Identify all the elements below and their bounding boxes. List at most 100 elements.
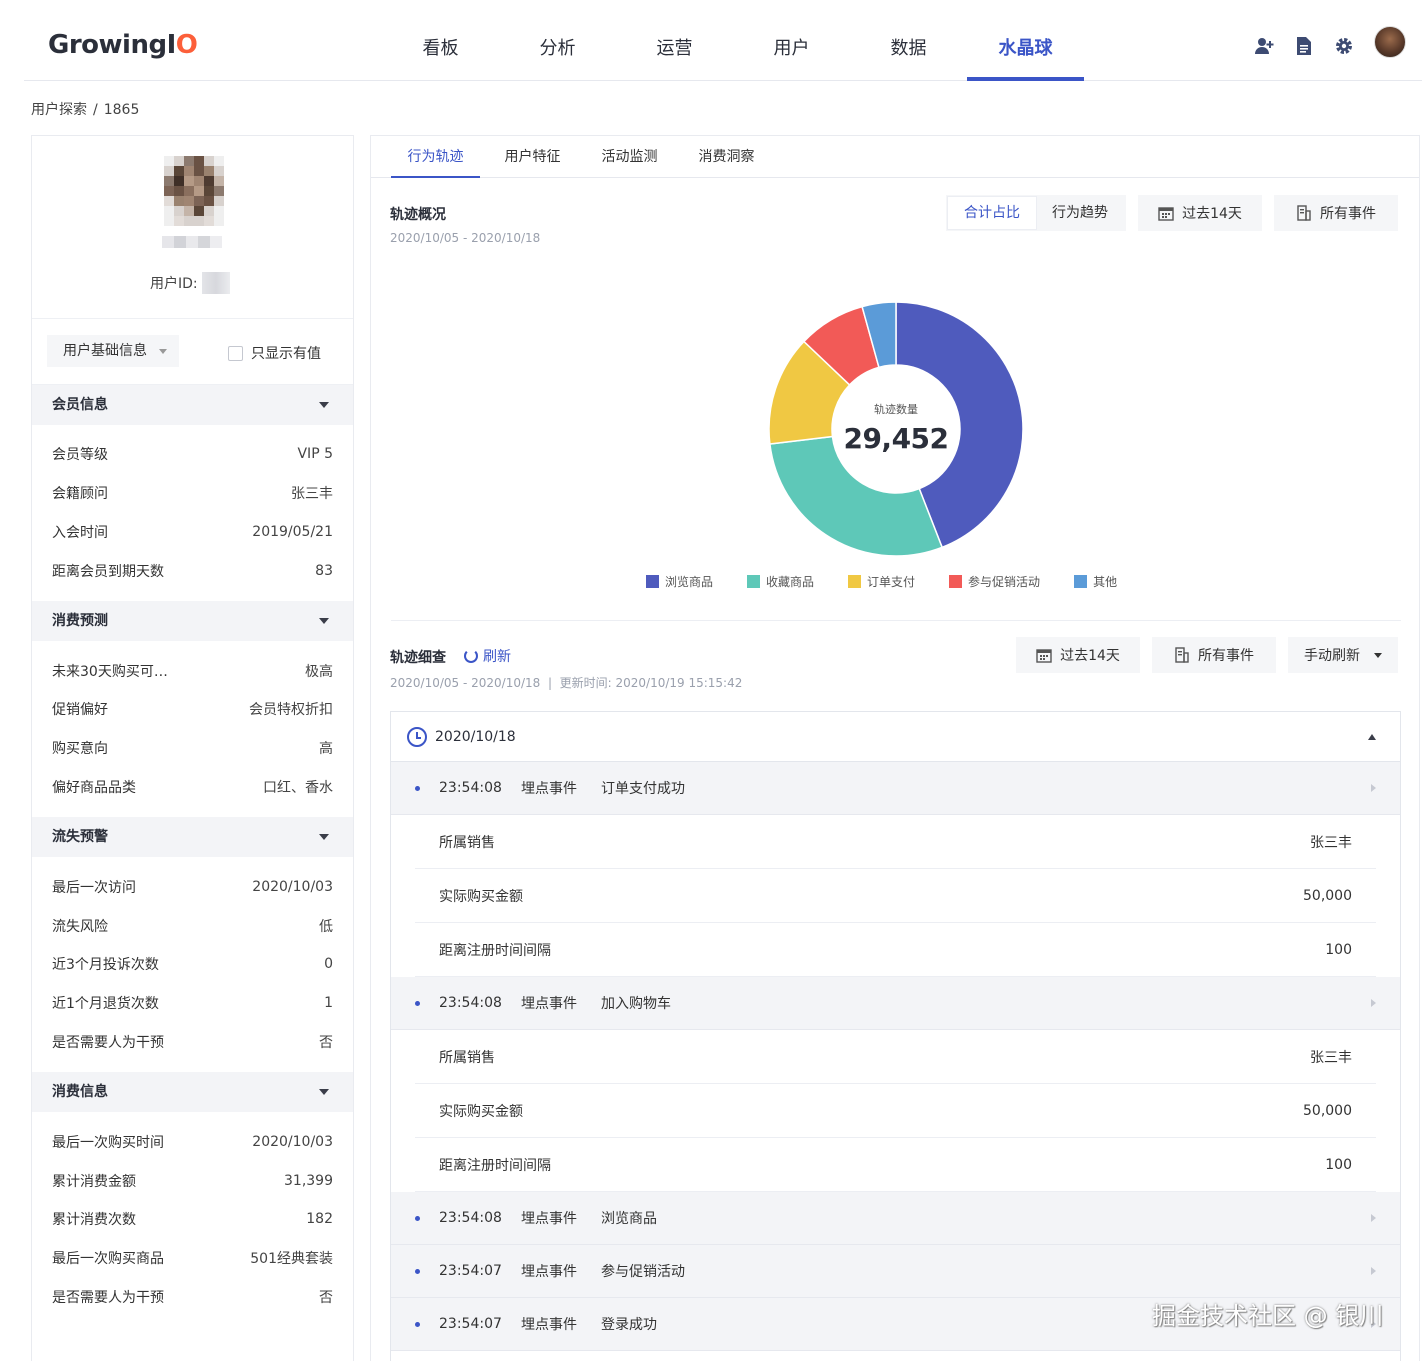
info-value: 2020/10/03 <box>252 1133 333 1150</box>
chevron-right-icon[interactable] <box>1371 999 1376 1007</box>
nav-operation[interactable]: 运营 <box>616 0 733 81</box>
info-key: 促销偏好 <box>52 702 108 719</box>
info-value: 否 <box>319 1034 333 1051</box>
breadcrumb: 用户探索 / 1865 <box>31 99 145 119</box>
section-header[interactable]: 消费信息 <box>32 1072 353 1113</box>
chevron-right-icon[interactable] <box>1371 1214 1376 1222</box>
chevron-right-icon[interactable] <box>1371 1267 1376 1275</box>
property-key: 所属销售 <box>439 834 495 851</box>
nav-data[interactable]: 数据 <box>850 0 967 81</box>
section-header[interactable]: 消费预测 <box>32 601 353 642</box>
nav-dashboard[interactable]: 看板 <box>382 0 499 81</box>
growingio-logo[interactable]: GrowingIO <box>48 30 198 60</box>
info-key: 累计消费金额 <box>52 1173 136 1190</box>
section-title: 消费预测 <box>52 613 108 630</box>
nav-crystal-ball[interactable]: 水晶球 <box>967 0 1084 81</box>
manual-refresh-dropdown[interactable]: 手动刷新 <box>1288 637 1398 673</box>
chevron-up-icon[interactable] <box>1368 734 1376 740</box>
info-key: 最后一次购买商品 <box>52 1251 164 1268</box>
chevron-right-icon[interactable] <box>1371 784 1376 792</box>
detail-title: 轨迹细查 <box>390 650 446 666</box>
info-sections: 会员信息 会员等级 VIP 5 会籍顾问 张三丰 入会时间 2019/05/21 距离会员到期… <box>32 385 353 1327</box>
info-value: 否 <box>319 1289 333 1306</box>
legend-swatch <box>646 575 659 588</box>
add-user-icon[interactable] <box>1254 36 1274 56</box>
info-row: 促销偏好 会员特权折扣 <box>32 690 353 729</box>
checkbox[interactable] <box>228 345 243 361</box>
property-value: 100 <box>1325 1156 1352 1173</box>
calendar-icon <box>1036 648 1052 663</box>
legend-swatch <box>1074 575 1088 588</box>
event-property-row: 距离注册时间间隔 100 <box>415 1138 1376 1192</box>
event-row[interactable]: 23:54:07 埋点事件 参与促销活动 <box>391 1245 1400 1298</box>
info-value: 高 <box>319 741 333 758</box>
breadcrumb-root[interactable]: 用户探索 <box>31 102 87 118</box>
legend-label: 收藏商品 <box>766 575 815 589</box>
event-row[interactable]: 23:54:08 埋点事件 浏览商品 <box>391 1192 1400 1245</box>
event-list: 23:54:08 埋点事件 订单支付成功 所属销售 张三丰 实际购买金额 50,000 距离注… <box>391 762 1400 1351</box>
timeline-date-header[interactable]: 2020/10/18 <box>391 712 1400 762</box>
event-row[interactable]: 23:54:08 埋点事件 加入购物车 <box>391 977 1400 1030</box>
legend-label: 参与促销活动 <box>968 575 1041 589</box>
info-row: 偏好商品品类 口红、香水 <box>32 768 353 807</box>
event-time: 23:54:08 <box>439 780 502 796</box>
legend-item[interactable]: 其他 <box>1074 573 1117 590</box>
legend-label: 订单支付 <box>867 575 916 589</box>
info-value: 0 <box>324 956 333 973</box>
info-row: 最后一次购买商品 501经典套装 <box>32 1239 353 1278</box>
property-key: 实际购买金额 <box>439 1103 523 1120</box>
user-info-panel: 用户ID: 用户基础信息 只显示有值 会员信息 会员等级 VIP 5 会籍顾问 张三丰入… <box>31 135 354 1361</box>
property-key: 距离注册时间间隔 <box>439 1157 551 1174</box>
legend-item[interactable]: 收藏商品 <box>747 573 814 590</box>
main-nav: 看板 分析 运营 用户 数据 水晶球 <box>382 0 1084 81</box>
user-avatar[interactable] <box>1374 26 1406 58</box>
event-row[interactable]: 23:54:08 埋点事件 订单支付成功 <box>391 762 1400 815</box>
property-value: 50,000 <box>1303 887 1352 904</box>
event-property-row: 所属销售 张三丰 <box>415 1030 1376 1084</box>
section-body: 最后一次购买时间 2020/10/03 累计消费金额 31,399 累计消费次数 182 最… <box>32 1112 353 1327</box>
clock-icon <box>407 726 427 747</box>
event-name: 浏览商品 <box>601 1211 657 1227</box>
watermark: 掘金技术社区 @ 银川 <box>1152 1302 1384 1330</box>
user-profile-card: 用户ID: <box>32 136 353 319</box>
info-row: 未来30天购买可… 极高 <box>32 651 353 690</box>
info-key: 未来30天购买可… <box>52 663 168 680</box>
detail-events-button[interactable]: 所有事件 <box>1152 637 1276 673</box>
info-value: 2019/05/21 <box>252 523 333 540</box>
section-divider <box>391 620 1401 621</box>
info-row: 最后一次购买时间 2020/10/03 <box>32 1122 353 1161</box>
behavior-panel: 行为轨迹 用户特征 活动监测 消费洞察 轨迹概况 2020/10/05 - 20… <box>370 135 1420 1361</box>
info-row: 会员等级 VIP 5 <box>32 435 353 474</box>
legend-item[interactable]: 订单支付 <box>848 573 915 590</box>
event-name: 参与促销活动 <box>601 1264 685 1280</box>
section-header[interactable]: 会员信息 <box>32 385 353 425</box>
chevron-down-icon <box>159 349 167 354</box>
gear-icon[interactable] <box>1334 36 1354 56</box>
bullet-dot <box>415 1322 420 1327</box>
info-key: 近3个月投诉次数 <box>52 957 159 974</box>
nav-users[interactable]: 用户 <box>733 0 850 81</box>
donut-center-label: 轨迹数量 <box>874 403 918 416</box>
section-header[interactable]: 流失预警 <box>32 817 353 858</box>
legend-item[interactable]: 浏览商品 <box>646 573 713 590</box>
nav-analysis[interactable]: 分析 <box>499 0 616 81</box>
caret-down-icon <box>319 618 329 625</box>
property-key: 所属销售 <box>439 1049 495 1066</box>
legend-item[interactable]: 参与促销活动 <box>949 573 1040 590</box>
detail-range-button[interactable]: 过去14天 <box>1016 637 1140 673</box>
property-key: 距离注册时间间隔 <box>439 942 551 959</box>
legend-swatch <box>949 575 963 588</box>
info-key: 偏好商品品类 <box>52 779 136 796</box>
only-show-valued-toggle[interactable]: 只显示有值 <box>228 343 321 363</box>
property-value: 张三丰 <box>1310 1049 1352 1066</box>
section-body: 最后一次访问 2020/10/03 流失风险 低近3个月投诉次数 0 近1个月退货次数 1 是… <box>32 857 353 1072</box>
event-property-row: 实际购买金额 50,000 <box>415 869 1376 923</box>
refresh-link[interactable]: 刷新 <box>464 646 511 666</box>
info-category-select[interactable]: 用户基础信息 <box>47 335 179 367</box>
event-time: 23:54:07 <box>439 1316 502 1332</box>
caret-down-icon <box>319 1089 329 1096</box>
info-key: 购买意向 <box>52 741 108 758</box>
document-icon[interactable] <box>1294 36 1314 56</box>
property-value: 张三丰 <box>1310 834 1352 851</box>
user-id-label: 用户ID: <box>150 276 198 292</box>
